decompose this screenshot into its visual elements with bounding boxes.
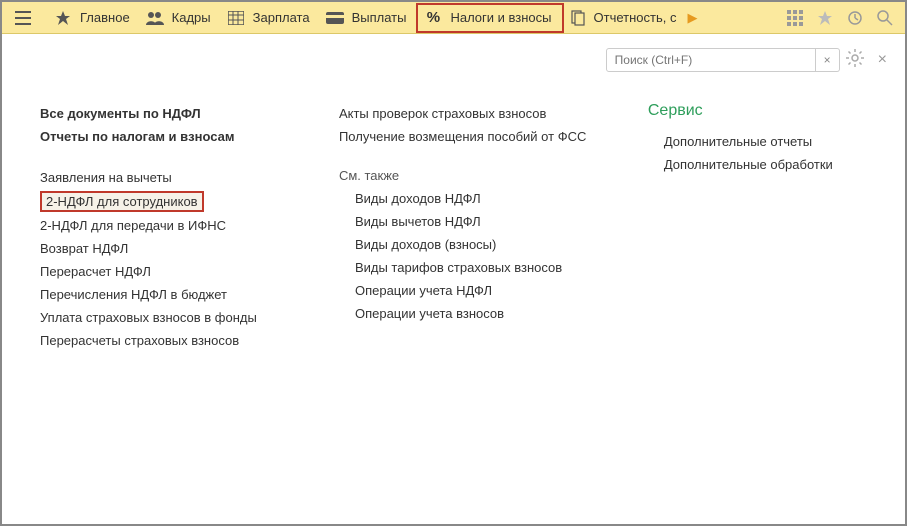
link-insurance-audit-acts[interactable]: Акты проверок страховых взносов bbox=[339, 102, 618, 125]
link-ndfl-budget[interactable]: Перечисления НДФЛ в бюджет bbox=[40, 283, 309, 306]
nav-otchetnost[interactable]: Отчетность, с bbox=[564, 3, 682, 33]
people-icon bbox=[146, 9, 164, 27]
search-icon[interactable] bbox=[875, 8, 895, 28]
apps-icon[interactable] bbox=[785, 8, 805, 28]
favorite-icon[interactable] bbox=[815, 8, 835, 28]
see-also-header: См. также bbox=[339, 164, 618, 187]
link-contribution-operations[interactable]: Операции учета взносов bbox=[339, 302, 618, 325]
link-ndfl-return[interactable]: Возврат НДФЛ bbox=[40, 237, 309, 260]
link-contribution-income-types[interactable]: Виды доходов (взносы) bbox=[339, 233, 618, 256]
search-box: × bbox=[606, 48, 840, 72]
link-tax-reports[interactable]: Отчеты по налогам и взносам bbox=[40, 125, 309, 148]
main-toolbar: Главное Кадры Зарплата Выплаты % Налоги … bbox=[2, 2, 905, 34]
nav-label: Отчетность, с bbox=[594, 10, 677, 25]
column-ndfl: Все документы по НДФЛ Отчеты по налогам … bbox=[40, 102, 309, 352]
nav-zarplata[interactable]: Зарплата bbox=[221, 3, 320, 33]
link-additional-processing[interactable]: Дополнительные обработки bbox=[648, 153, 867, 176]
nav-more-arrow[interactable]: ▶ bbox=[682, 10, 704, 26]
hamburger-icon bbox=[14, 9, 32, 27]
nav-label: Кадры bbox=[172, 10, 211, 25]
link-additional-reports[interactable]: Дополнительные отчеты bbox=[648, 130, 867, 153]
column-middle: Акты проверок страховых взносов Получени… bbox=[339, 102, 618, 352]
nav-kadry[interactable]: Кадры bbox=[140, 3, 221, 33]
nav-nalogi[interactable]: % Налоги и взносы bbox=[416, 3, 563, 33]
nav-label: Главное bbox=[80, 10, 130, 25]
star-icon bbox=[54, 9, 72, 27]
documents-icon bbox=[570, 9, 586, 27]
link-ndfl-operations[interactable]: Операции учета НДФЛ bbox=[339, 279, 618, 302]
link-insurance-recalc[interactable]: Перерасчеты страховых взносов bbox=[40, 329, 309, 352]
link-fss-reimbursement[interactable]: Получение возмещения пособий от ФСС bbox=[339, 125, 618, 148]
link-2ndfl-employees[interactable]: 2-НДФЛ для сотрудников bbox=[40, 191, 204, 212]
link-all-ndfl-docs[interactable]: Все документы по НДФЛ bbox=[40, 102, 309, 125]
column-service: Сервис Дополнительные отчеты Дополнитель… bbox=[648, 102, 867, 352]
link-insurance-payments[interactable]: Уплата страховых взносов в фонды bbox=[40, 306, 309, 329]
link-deduction-applications[interactable]: Заявления на вычеты bbox=[40, 166, 309, 189]
percent-icon: % bbox=[424, 9, 442, 27]
link-ndfl-recalc[interactable]: Перерасчет НДФЛ bbox=[40, 260, 309, 283]
table-icon bbox=[227, 9, 245, 27]
nav-label: Выплаты bbox=[352, 10, 407, 25]
link-insurance-tariff-types[interactable]: Виды тарифов страховых взносов bbox=[339, 256, 618, 279]
content-area: × × Все документы по НДФЛ Отчеты по нало… bbox=[2, 34, 905, 524]
search-input[interactable] bbox=[606, 48, 816, 72]
service-header[interactable]: Сервис bbox=[648, 102, 867, 120]
nav-label: Зарплата bbox=[253, 10, 310, 25]
gear-icon[interactable] bbox=[846, 49, 864, 71]
close-icon[interactable]: × bbox=[878, 51, 887, 69]
nav-vyplaty[interactable]: Выплаты bbox=[320, 3, 417, 33]
history-icon[interactable] bbox=[845, 8, 865, 28]
menu-button[interactable] bbox=[6, 3, 48, 33]
nav-main[interactable]: Главное bbox=[48, 3, 140, 33]
link-ndfl-deduction-types[interactable]: Виды вычетов НДФЛ bbox=[339, 210, 618, 233]
link-2ndfl-ifns[interactable]: 2-НДФЛ для передачи в ИФНС bbox=[40, 214, 309, 237]
search-clear-button[interactable]: × bbox=[816, 48, 840, 72]
wallet-icon bbox=[326, 9, 344, 27]
link-ndfl-income-types[interactable]: Виды доходов НДФЛ bbox=[339, 187, 618, 210]
nav-label: Налоги и взносы bbox=[450, 10, 551, 25]
toolbar-right bbox=[785, 8, 901, 28]
